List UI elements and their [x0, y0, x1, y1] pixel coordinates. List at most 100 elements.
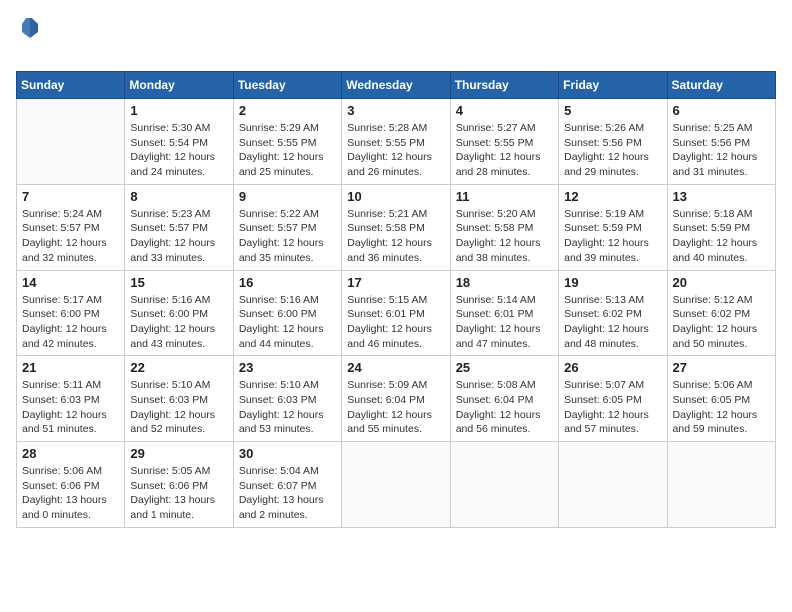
day-number: 29	[130, 446, 227, 461]
day-number: 22	[130, 360, 227, 375]
day-number: 15	[130, 275, 227, 290]
day-number: 19	[564, 275, 661, 290]
day-number: 1	[130, 103, 227, 118]
cell-info: Sunrise: 5:21 AM Sunset: 5:58 PM Dayligh…	[347, 207, 444, 266]
weekday-header: Sunday	[17, 72, 125, 99]
cell-info: Sunrise: 5:13 AM Sunset: 6:02 PM Dayligh…	[564, 293, 661, 352]
cell-info: Sunrise: 5:15 AM Sunset: 6:01 PM Dayligh…	[347, 293, 444, 352]
calendar-cell: 28 Sunrise: 5:06 AM Sunset: 6:06 PM Dayli…	[17, 442, 125, 528]
calendar-cell: 3 Sunrise: 5:28 AM Sunset: 5:55 PM Daylig…	[342, 99, 450, 185]
calendar-cell: 6Sunrise: 5:25 AM Sunset: 5:56 PM Daylig…	[667, 99, 775, 185]
cell-info: Sunrise: 5:10 AM Sunset: 6:03 PM Dayligh…	[130, 378, 227, 437]
calendar-cell	[342, 442, 450, 528]
cell-info: Sunrise: 5:16 AM Sunset: 6:00 PM Dayligh…	[130, 293, 227, 352]
cell-info: Sunrise: 5:06 AM Sunset: 6:06 PM Dayligh…	[22, 464, 119, 523]
day-number: 8	[130, 189, 227, 204]
calendar-cell: 5 Sunrise: 5:26 AM Sunset: 5:56 PM Daylig…	[559, 99, 667, 185]
cell-info: Sunrise: 5:24 AM Sunset: 5:57 PM Dayligh…	[22, 207, 119, 266]
cell-info: Sunrise: 5:22 AM Sunset: 5:57 PM Dayligh…	[239, 207, 336, 266]
cell-info: Sunrise: 5:18 AM Sunset: 5:59 PM Dayligh…	[673, 207, 770, 266]
day-number: 24	[347, 360, 444, 375]
calendar-cell: 8Sunrise: 5:23 AM Sunset: 5:57 PM Daylig…	[125, 184, 233, 270]
calendar-cell: 29 Sunrise: 5:05 AM Sunset: 6:06 PM Dayli…	[125, 442, 233, 528]
cell-info: Sunrise: 5:14 AM Sunset: 6:01 PM Dayligh…	[456, 293, 553, 352]
calendar-week-row: 1 Sunrise: 5:30 AM Sunset: 5:54 PM Daylig…	[17, 99, 776, 185]
calendar-cell	[17, 99, 125, 185]
cell-info: Sunrise: 5:28 AM Sunset: 5:55 PM Dayligh…	[347, 121, 444, 180]
cell-info: Sunrise: 5:12 AM Sunset: 6:02 PM Dayligh…	[673, 293, 770, 352]
calendar-cell: 2Sunrise: 5:29 AM Sunset: 5:55 PM Daylig…	[233, 99, 341, 185]
calendar-cell: 13 Sunrise: 5:18 AM Sunset: 5:59 PM Dayli…	[667, 184, 775, 270]
calendar-cell: 22 Sunrise: 5:10 AM Sunset: 6:03 PM Dayli…	[125, 356, 233, 442]
calendar-cell: 17 Sunrise: 5:15 AM Sunset: 6:01 PM Dayli…	[342, 270, 450, 356]
calendar-cell: 20 Sunrise: 5:12 AM Sunset: 6:02 PM Dayli…	[667, 270, 775, 356]
logo	[16, 16, 42, 61]
calendar-cell	[559, 442, 667, 528]
day-number: 11	[456, 189, 553, 204]
cell-info: Sunrise: 5:17 AM Sunset: 6:00 PM Dayligh…	[22, 293, 119, 352]
cell-info: Sunrise: 5:05 AM Sunset: 6:06 PM Dayligh…	[130, 464, 227, 523]
day-number: 2	[239, 103, 336, 118]
cell-info: Sunrise: 5:27 AM Sunset: 5:55 PM Dayligh…	[456, 121, 553, 180]
weekday-header: Friday	[559, 72, 667, 99]
cell-info: Sunrise: 5:26 AM Sunset: 5:56 PM Dayligh…	[564, 121, 661, 180]
day-number: 7	[22, 189, 119, 204]
calendar-cell: 1 Sunrise: 5:30 AM Sunset: 5:54 PM Daylig…	[125, 99, 233, 185]
calendar-cell: 30 Sunrise: 5:04 AM Sunset: 6:07 PM Dayli…	[233, 442, 341, 528]
weekday-header: Wednesday	[342, 72, 450, 99]
cell-info: Sunrise: 5:25 AM Sunset: 5:56 PM Dayligh…	[673, 121, 770, 180]
day-number: 5	[564, 103, 661, 118]
calendar-week-row: 7 Sunrise: 5:24 AM Sunset: 5:57 PM Daylig…	[17, 184, 776, 270]
calendar-cell: 9 Sunrise: 5:22 AM Sunset: 5:57 PM Daylig…	[233, 184, 341, 270]
cell-info: Sunrise: 5:04 AM Sunset: 6:07 PM Dayligh…	[239, 464, 336, 523]
calendar-cell	[450, 442, 558, 528]
day-number: 12	[564, 189, 661, 204]
calendar-cell: 21Sunrise: 5:11 AM Sunset: 6:03 PM Dayli…	[17, 356, 125, 442]
weekday-header: Tuesday	[233, 72, 341, 99]
calendar-cell	[667, 442, 775, 528]
calendar-cell: 23Sunrise: 5:10 AM Sunset: 6:03 PM Dayli…	[233, 356, 341, 442]
calendar-week-row: 14 Sunrise: 5:17 AM Sunset: 6:00 PM Dayli…	[17, 270, 776, 356]
cell-info: Sunrise: 5:06 AM Sunset: 6:05 PM Dayligh…	[673, 378, 770, 437]
day-number: 3	[347, 103, 444, 118]
weekday-header: Thursday	[450, 72, 558, 99]
day-number: 28	[22, 446, 119, 461]
calendar-cell: 15 Sunrise: 5:16 AM Sunset: 6:00 PM Dayli…	[125, 270, 233, 356]
calendar-cell: 19 Sunrise: 5:13 AM Sunset: 6:02 PM Dayli…	[559, 270, 667, 356]
cell-info: Sunrise: 5:11 AM Sunset: 6:03 PM Dayligh…	[22, 378, 119, 437]
day-number: 4	[456, 103, 553, 118]
calendar-cell: 12 Sunrise: 5:19 AM Sunset: 5:59 PM Dayli…	[559, 184, 667, 270]
day-number: 26	[564, 360, 661, 375]
cell-info: Sunrise: 5:09 AM Sunset: 6:04 PM Dayligh…	[347, 378, 444, 437]
calendar-cell: 11Sunrise: 5:20 AM Sunset: 5:58 PM Dayli…	[450, 184, 558, 270]
day-number: 25	[456, 360, 553, 375]
calendar-cell: 26 Sunrise: 5:07 AM Sunset: 6:05 PM Dayli…	[559, 356, 667, 442]
day-number: 17	[347, 275, 444, 290]
calendar-header-row: SundayMondayTuesdayWednesdayThursdayFrid…	[17, 72, 776, 99]
day-number: 10	[347, 189, 444, 204]
cell-info: Sunrise: 5:19 AM Sunset: 5:59 PM Dayligh…	[564, 207, 661, 266]
page-header	[16, 16, 776, 61]
day-number: 14	[22, 275, 119, 290]
cell-info: Sunrise: 5:30 AM Sunset: 5:54 PM Dayligh…	[130, 121, 227, 180]
day-number: 13	[673, 189, 770, 204]
day-number: 20	[673, 275, 770, 290]
calendar-cell: 27Sunrise: 5:06 AM Sunset: 6:05 PM Dayli…	[667, 356, 775, 442]
calendar-week-row: 21Sunrise: 5:11 AM Sunset: 6:03 PM Dayli…	[17, 356, 776, 442]
cell-info: Sunrise: 5:07 AM Sunset: 6:05 PM Dayligh…	[564, 378, 661, 437]
day-number: 18	[456, 275, 553, 290]
calendar-cell: 25 Sunrise: 5:08 AM Sunset: 6:04 PM Dayli…	[450, 356, 558, 442]
calendar-cell: 16 Sunrise: 5:16 AM Sunset: 6:00 PM Dayli…	[233, 270, 341, 356]
cell-info: Sunrise: 5:16 AM Sunset: 6:00 PM Dayligh…	[239, 293, 336, 352]
day-number: 16	[239, 275, 336, 290]
cell-info: Sunrise: 5:10 AM Sunset: 6:03 PM Dayligh…	[239, 378, 336, 437]
calendar-cell: 10 Sunrise: 5:21 AM Sunset: 5:58 PM Dayli…	[342, 184, 450, 270]
cell-info: Sunrise: 5:08 AM Sunset: 6:04 PM Dayligh…	[456, 378, 553, 437]
day-number: 30	[239, 446, 336, 461]
calendar-cell: 14 Sunrise: 5:17 AM Sunset: 6:00 PM Dayli…	[17, 270, 125, 356]
calendar-cell: 4 Sunrise: 5:27 AM Sunset: 5:55 PM Daylig…	[450, 99, 558, 185]
logo-icon	[18, 16, 42, 40]
day-number: 9	[239, 189, 336, 204]
calendar-cell: 24 Sunrise: 5:09 AM Sunset: 6:04 PM Dayli…	[342, 356, 450, 442]
calendar-cell: 18 Sunrise: 5:14 AM Sunset: 6:01 PM Dayli…	[450, 270, 558, 356]
